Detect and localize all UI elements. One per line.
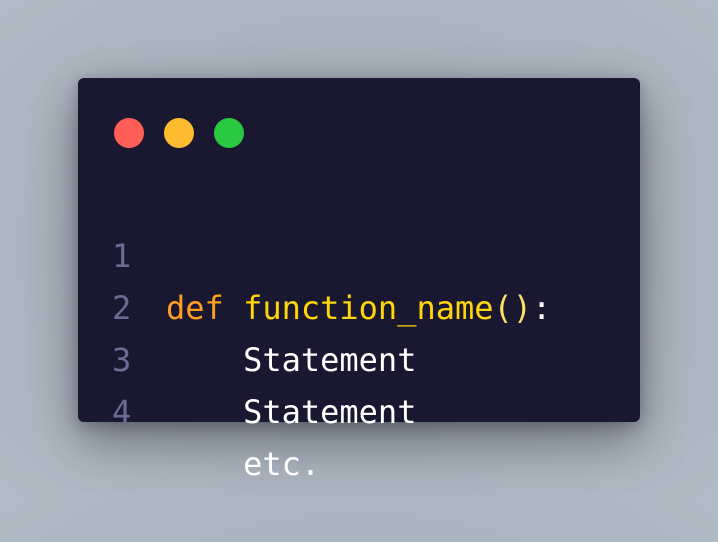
code-line-content: Statement (166, 386, 416, 438)
code-line: 4 etc. (78, 334, 640, 483)
line-number: 4 (112, 393, 132, 431)
statement-text: Statement (243, 393, 417, 431)
code-line: 2 Statement (78, 230, 640, 379)
code-line: 1 def function_name(): (78, 178, 640, 327)
code-window: 1 def function_name(): 2 Statement 3 Sta… (78, 78, 640, 483)
code-line-content: etc. (166, 438, 320, 490)
maximize-button[interactable] (214, 118, 244, 148)
code-line: 3 Statement (78, 282, 640, 431)
close-button[interactable] (114, 118, 144, 148)
code-block: 1 def function_name(): 2 Statement 3 Sta… (78, 178, 640, 483)
minimize-button[interactable] (164, 118, 194, 148)
statement-text: etc. (243, 445, 321, 483)
